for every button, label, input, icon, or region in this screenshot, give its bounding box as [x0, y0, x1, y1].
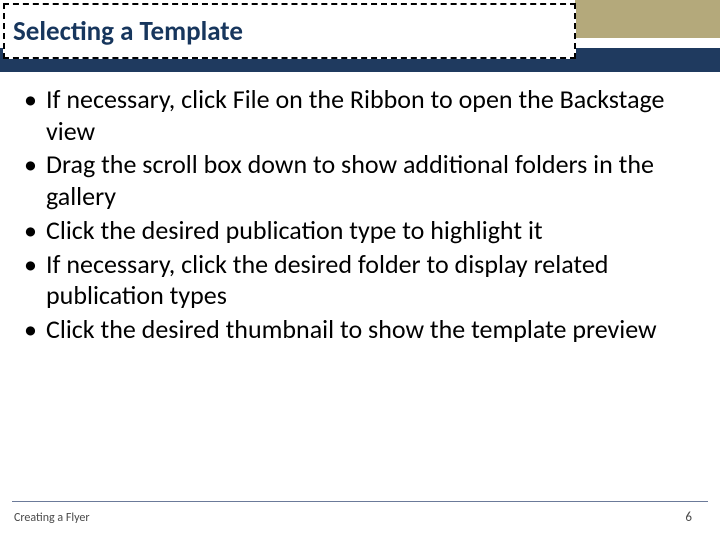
list-item: If necessary, click the desired folder t…: [18, 249, 698, 312]
title-box: Selecting a Template: [3, 3, 576, 59]
slide: Selecting a Template If necessary, click…: [0, 0, 720, 540]
footer-divider: [12, 501, 708, 502]
list-item: Click the desired thumbnail to show the …: [18, 314, 698, 346]
decor-khaki-bar: [575, 0, 720, 38]
footer-title: Creating a Flyer: [14, 511, 90, 525]
body-content: If necessary, click File on the Ribbon t…: [18, 84, 698, 348]
bullet-list: If necessary, click File on the Ribbon t…: [18, 84, 698, 346]
list-item: Drag the scroll box down to show additio…: [18, 149, 698, 212]
page-number: 6: [685, 510, 692, 525]
slide-title: Selecting a Template: [13, 15, 243, 48]
list-item: Click the desired publication type to hi…: [18, 215, 698, 247]
list-item: If necessary, click File on the Ribbon t…: [18, 84, 698, 147]
